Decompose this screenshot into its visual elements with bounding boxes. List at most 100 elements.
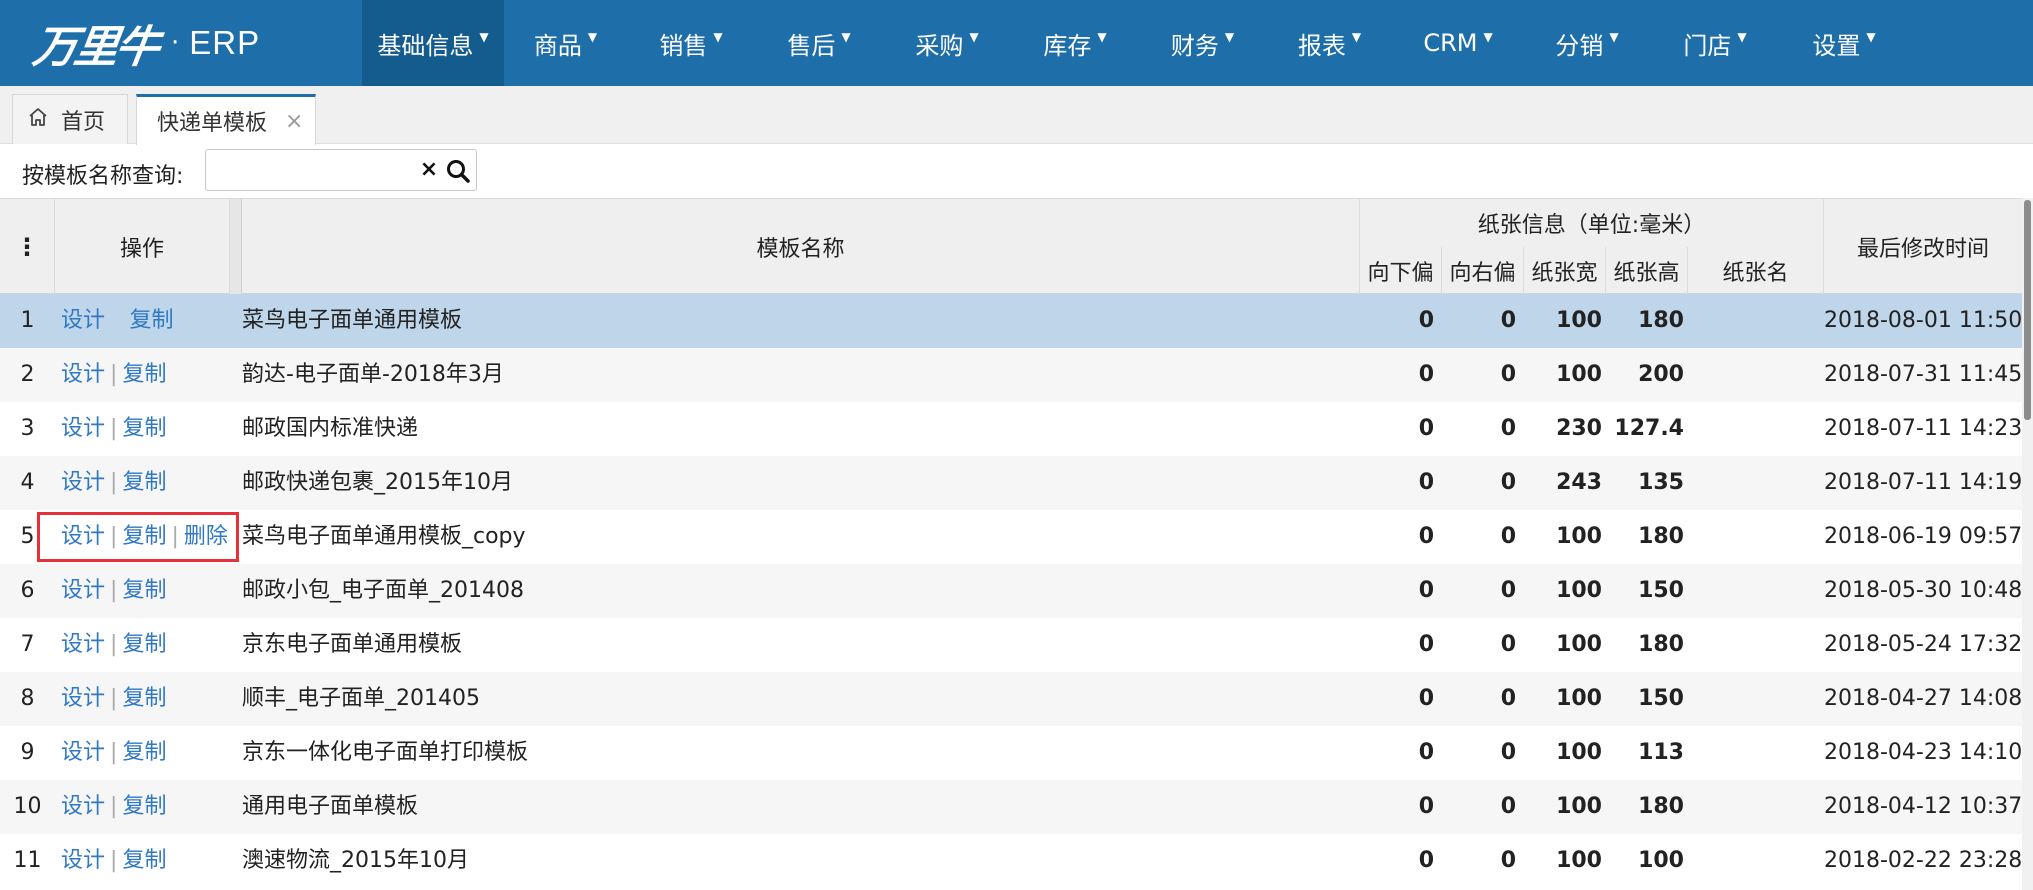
design-link[interactable]: 设计: [61, 794, 105, 819]
header-paper-width[interactable]: 纸张宽: [1524, 247, 1606, 295]
copy-link[interactable]: 复制: [122, 686, 166, 711]
nav-item-stores[interactable]: 门店 ▼: [1651, 0, 1779, 86]
copy-link[interactable]: 复制: [122, 362, 166, 387]
row-operations: 设计 | 复制: [55, 780, 245, 834]
delete-link[interactable]: 删除: [184, 524, 228, 549]
vertical-scrollbar[interactable]: [2022, 198, 2033, 890]
row-operations: 设计 |复制: [55, 294, 245, 348]
table-row[interactable]: 6 设计 | 复制 邮政小包_电子面单_201408 0 0 100 150 201…: [0, 564, 2022, 618]
nav-item-reports[interactable]: 报表 ▼: [1266, 0, 1393, 86]
design-link[interactable]: 设计: [61, 686, 105, 711]
tab-home[interactable]: 首页: [12, 94, 128, 144]
table-row[interactable]: 10 设计 | 复制 通用电子面单模板 0 0 100 180 2018-04-12…: [0, 780, 2022, 834]
design-link[interactable]: 设计: [61, 578, 105, 603]
template-name: 韵达-电子面单-2018年3月: [242, 362, 504, 387]
design-link[interactable]: 设计: [61, 470, 105, 495]
paper-height: 180: [1638, 308, 1684, 333]
op-separator: |: [110, 578, 118, 603]
column-menu-icon[interactable]: ⋮: [0, 199, 55, 295]
header-paper-height[interactable]: 纸张高: [1606, 247, 1688, 295]
paper-height: 113: [1638, 740, 1684, 765]
offset-down: 0: [1418, 632, 1434, 657]
copy-link[interactable]: 复制: [122, 578, 166, 603]
tab-express-template[interactable]: 快递单模板 ×: [136, 94, 316, 145]
nav-item-finance[interactable]: 财务 ▼: [1139, 0, 1266, 86]
header-offset-right[interactable]: 向右偏: [1442, 247, 1524, 295]
copy-link[interactable]: 复制: [122, 470, 166, 495]
nav-item-crm[interactable]: CRM ▼: [1393, 0, 1523, 86]
paper-height: 100: [1638, 848, 1684, 873]
nav-item-purchase[interactable]: 采购 ▼: [883, 0, 1011, 86]
nav-item-distribution[interactable]: 分销 ▼: [1523, 0, 1651, 86]
op-separator: |: [110, 740, 118, 765]
design-link[interactable]: 设计: [61, 416, 105, 441]
paper-height: 200: [1638, 362, 1684, 387]
table-row[interactable]: 7 设计 | 复制 京东电子面单通用模板 0 0 100 180 2018-05-2…: [0, 618, 2023, 672]
table-row[interactable]: 3 设计 | 复制 邮政国内标准快递 0 0 230 127.4 2018-07-1…: [0, 402, 2023, 456]
search-box: ×: [205, 149, 477, 191]
copy-link[interactable]: 复制: [129, 308, 173, 333]
nav-item-settings[interactable]: 设置 ▼: [1779, 0, 1909, 86]
copy-link[interactable]: 复制: [122, 524, 166, 549]
paper-height: 135: [1638, 470, 1684, 495]
header-template-name[interactable]: 模板名称: [242, 199, 1360, 295]
nav-item-inventory[interactable]: 库存 ▼: [1011, 0, 1139, 86]
header-offset-down[interactable]: 向下偏: [1360, 247, 1442, 295]
copy-link[interactable]: 复制: [122, 794, 166, 819]
chevron-down-icon: ▼: [1609, 30, 1619, 44]
last-modified: 2018-07-11 14:19: [1824, 470, 2023, 495]
template-name: 通用电子面单模板: [242, 794, 419, 819]
header-paper-name[interactable]: 纸张名: [1688, 247, 1824, 295]
paper-height: 180: [1638, 524, 1684, 549]
paper-name: [1688, 294, 1824, 348]
paper-name: [1688, 834, 1824, 888]
paper-name: [1688, 618, 1824, 672]
paper-name: [1688, 672, 1824, 726]
nav-item-after-sales[interactable]: 售后 ▼: [755, 0, 883, 86]
nav-item-goods[interactable]: 商品 ▼: [504, 0, 627, 86]
copy-link[interactable]: 复制: [122, 416, 166, 441]
offset-right: 0: [1500, 740, 1516, 765]
row-index: 11: [13, 848, 42, 873]
chevron-down-icon: ▼: [1866, 30, 1876, 44]
nav-item-sales[interactable]: 销售 ▼: [627, 0, 755, 86]
paper-width: 100: [1556, 686, 1602, 711]
nav-item-basic-info[interactable]: 基础信息 ▼: [362, 0, 504, 86]
brand-logo[interactable]: 万里牛 · ERP: [30, 8, 260, 78]
design-link[interactable]: 设计: [61, 524, 105, 549]
design-link[interactable]: 设计: [61, 848, 105, 873]
table-row[interactable]: 5 设计 | 复制 | 删除 菜鸟电子面单通用模板_copy 0 0 100 180 2…: [0, 510, 2023, 564]
chevron-down-icon: ▼: [969, 30, 979, 44]
table-row[interactable]: 11 设计 | 复制 澳速物流_2015年10月 0 0 100 100 2018-…: [0, 834, 2023, 888]
paper-width: 100: [1556, 362, 1602, 387]
paper-width: 100: [1556, 578, 1602, 603]
design-link[interactable]: 设计: [61, 362, 105, 387]
home-icon: [27, 106, 49, 134]
column-resizer[interactable]: [230, 199, 242, 295]
copy-link[interactable]: 复制: [122, 740, 166, 765]
last-modified: 2018-04-23 14:10: [1824, 740, 2023, 765]
table-row[interactable]: 4 设计 | 复制 邮政快递包裹_2015年10月 0 0 243 135 2018…: [0, 456, 2022, 510]
last-modified: 2018-02-22 23:28: [1824, 848, 2023, 873]
header-last-modified[interactable]: 最后修改时间: [1824, 199, 2022, 295]
copy-link[interactable]: 复制: [122, 632, 166, 657]
scrollbar-thumb[interactable]: [2024, 200, 2031, 420]
design-link[interactable]: 设计: [61, 308, 105, 333]
template-name: 邮政国内标准快递: [242, 416, 419, 441]
table-row[interactable]: 8 设计 | 复制 顺丰_电子面单_201405 0 0 100 150 2018-…: [0, 672, 2022, 726]
paper-height: 150: [1638, 578, 1684, 603]
template-name: 京东电子面单通用模板: [242, 632, 463, 657]
offset-down: 0: [1418, 794, 1434, 819]
design-link[interactable]: 设计: [61, 740, 105, 765]
table-row[interactable]: 2 设计 | 复制 韵达-电子面单-2018年3月 0 0 100 200 2018…: [0, 348, 2022, 402]
table-row[interactable]: 1 设计 |复制 菜鸟电子面单通用模板 0 0 100 180 2018-08-…: [0, 294, 2022, 348]
search-input[interactable]: [212, 154, 412, 186]
search-icon[interactable]: [444, 157, 472, 185]
clear-icon[interactable]: ×: [417, 155, 441, 185]
row-index: 5: [20, 524, 35, 549]
table-row[interactable]: 9 设计 | 复制 京东一体化电子面单打印模板 0 0 100 113 2018-0…: [0, 726, 2023, 780]
copy-link[interactable]: 复制: [122, 848, 166, 873]
design-link[interactable]: 设计: [61, 632, 105, 657]
close-icon[interactable]: ×: [285, 109, 303, 134]
paper-name: [1688, 564, 1824, 618]
